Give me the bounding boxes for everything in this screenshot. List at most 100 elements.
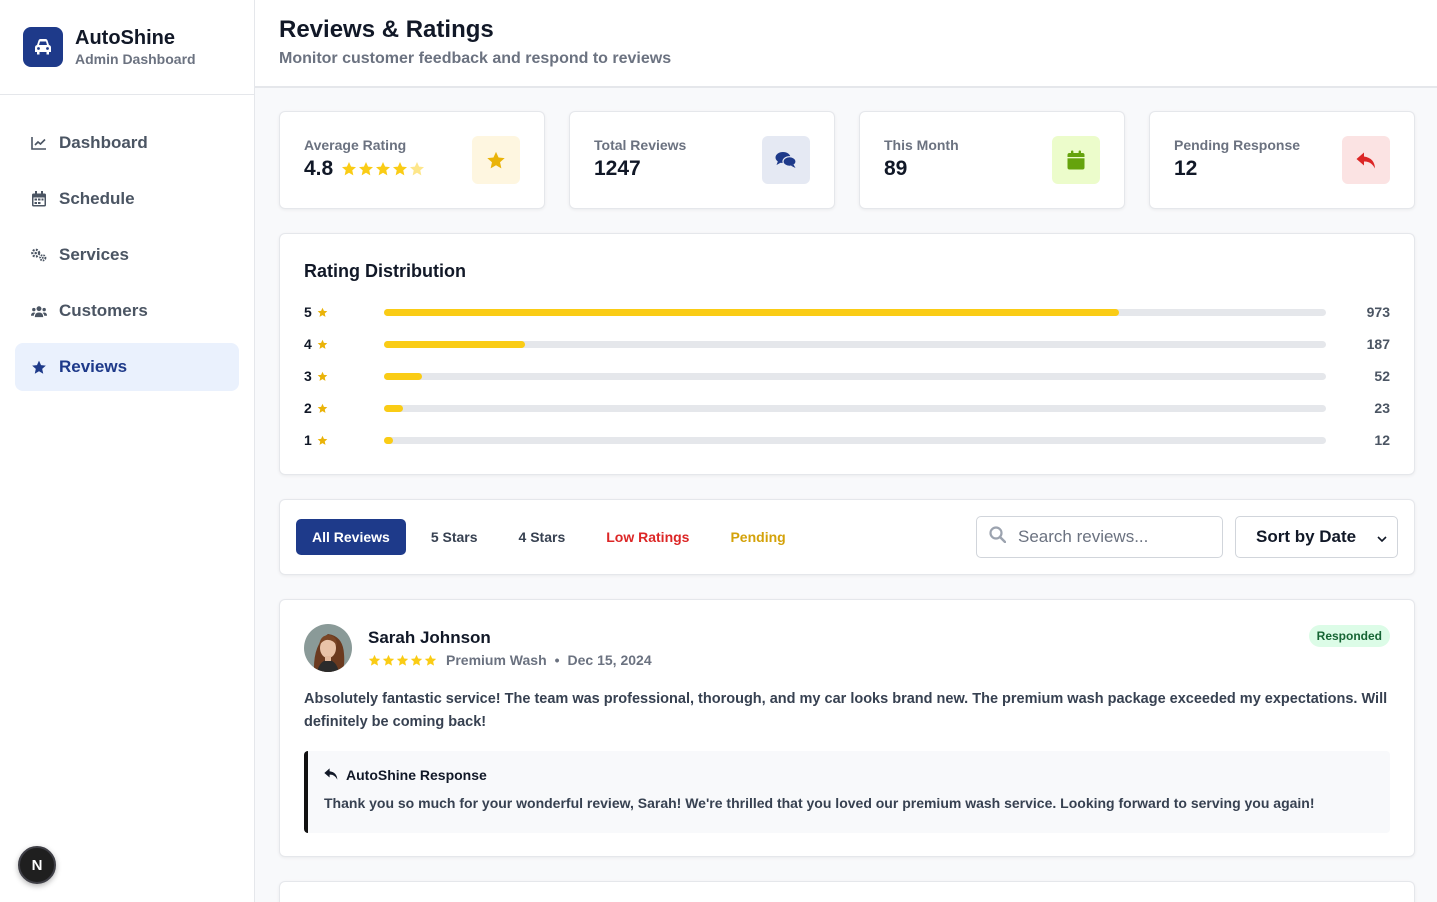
distribution-bar [384, 404, 403, 412]
reply-icon [1342, 136, 1390, 184]
star-count-label: 2 [304, 400, 312, 416]
star-icon [410, 162, 425, 176]
search-box[interactable] [976, 516, 1223, 558]
reviewer-name: Sarah Johnson [368, 628, 491, 647]
distribution-bar-track [384, 404, 1326, 412]
tab-pending[interactable]: Pending [714, 519, 801, 555]
sidebar-item-label: Reviews [59, 357, 128, 376]
filter-bar: All Reviews 5 Stars 4 Stars Low Ratings … [279, 499, 1415, 575]
chart-line-icon [31, 135, 47, 151]
star-icon [317, 307, 328, 317]
sort-select[interactable]: Sort by Date [1235, 516, 1398, 558]
review-date: Dec 15, 2024 [567, 652, 652, 668]
sidebar-item-dashboard[interactable]: Dashboard [15, 119, 239, 167]
star-icon [317, 435, 328, 445]
distribution-bar-track [384, 436, 1326, 444]
star-count-label: 3 [304, 368, 312, 384]
chevron-down-icon [1377, 527, 1387, 547]
star-count-label: 1 [304, 432, 312, 448]
distribution-bar [384, 308, 1119, 316]
tab-low-ratings[interactable]: Low Ratings [590, 519, 705, 555]
distribution-star-label: 4 [304, 336, 384, 352]
star-icon [382, 654, 395, 666]
distribution-bar-track [384, 372, 1326, 380]
section-title: Rating Distribution [304, 261, 466, 281]
star-icon [368, 654, 381, 666]
distribution-row: 5 973 [304, 296, 1390, 328]
star-icon [396, 654, 409, 666]
distribution-count: 12 [1374, 432, 1390, 448]
users-icon [31, 303, 47, 319]
response-text: Thank you so much for your wonderful rev… [324, 795, 1315, 811]
response-title: AutoShine Response [346, 767, 487, 783]
rating-stars [368, 654, 438, 667]
review-header: Sarah Johnson Premium Wash • Dec 15, 202… [304, 624, 1390, 672]
stat-card-average-rating: Average Rating 4.8 [279, 111, 545, 209]
review-meta: Premium Wash • Dec 15, 2024 [368, 652, 652, 668]
sidebar-item-label: Dashboard [59, 133, 148, 152]
sidebar-item-label: Customers [59, 301, 148, 320]
sidebar-item-services[interactable]: Services [15, 231, 239, 279]
tab-4-stars[interactable]: 4 Stars [503, 519, 582, 555]
distribution-count: 187 [1366, 336, 1390, 352]
distribution-rows: 5 973 4 187 3 52 2 23 1 12 [304, 296, 1390, 456]
star-icon [342, 162, 357, 176]
distribution-bar [384, 340, 526, 348]
brand: AutoShine Admin Dashboard [0, 0, 254, 95]
sidebar: AutoShine Admin Dashboard Dashboard Sche… [0, 0, 255, 902]
star-count-label: 5 [304, 304, 312, 320]
status-badge: Responded [1308, 625, 1390, 647]
distribution-star-label: 3 [304, 368, 384, 384]
star-icon [317, 339, 328, 349]
search-icon [989, 526, 1007, 548]
distribution-count: 52 [1374, 368, 1390, 384]
distribution-bar-track [384, 308, 1326, 316]
sidebar-nav: Dashboard Schedule Services Customers Re… [0, 95, 254, 391]
star-icon [359, 162, 374, 176]
gears-icon [31, 247, 47, 263]
distribution-bar [384, 372, 422, 380]
stat-card-pending-response: Pending Response 12 [1149, 111, 1415, 209]
tab-5-stars[interactable]: 5 Stars [415, 519, 494, 555]
star-icon [376, 162, 391, 176]
star-icon [410, 654, 423, 666]
avatar [304, 624, 352, 672]
dev-tools-badge[interactable]: N [18, 846, 56, 884]
star-icon [31, 359, 47, 375]
search-input[interactable] [1018, 527, 1208, 547]
review-service: Premium Wash [446, 652, 547, 668]
sidebar-item-label: Schedule [59, 189, 135, 208]
page-title: Reviews & Ratings [279, 16, 494, 43]
meta-separator: • [554, 652, 560, 668]
page-subtitle: Monitor customer feedback and respond to… [279, 50, 672, 67]
distribution-star-label: 1 [304, 432, 384, 448]
calendar-icon [1052, 136, 1100, 184]
star-icon [472, 136, 520, 184]
sidebar-item-schedule[interactable]: Schedule [15, 175, 239, 223]
star-icon [424, 654, 437, 666]
distribution-star-label: 2 [304, 400, 384, 416]
review-card: Sarah Johnson Premium Wash • Dec 15, 202… [279, 599, 1415, 857]
brand-subtitle: Admin Dashboard [75, 51, 196, 67]
page-header: Reviews & Ratings Monitor customer feedb… [255, 0, 1437, 88]
comments-icon [762, 136, 810, 184]
distribution-row: 2 23 [304, 392, 1390, 424]
sidebar-item-label: Services [59, 245, 129, 264]
rating-stars [341, 161, 426, 177]
distribution-row: 3 52 [304, 360, 1390, 392]
distribution-count: 23 [1374, 400, 1390, 416]
star-icon [393, 162, 408, 176]
star-icon [317, 403, 328, 413]
response-header: AutoShine Response [324, 767, 1374, 783]
review-text: Absolutely fantastic service! The team w… [304, 691, 1388, 730]
stat-card-total-reviews: Total Reviews 1247 [569, 111, 835, 209]
star-count-label: 4 [304, 336, 312, 352]
distribution-count: 973 [1366, 304, 1390, 320]
sidebar-item-customers[interactable]: Customers [15, 287, 239, 335]
stat-card-this-month: This Month 89 [859, 111, 1125, 209]
distribution-row: 4 187 [304, 328, 1390, 360]
sidebar-item-reviews[interactable]: Reviews [15, 343, 239, 391]
sort-select-value: Sort by Date [1256, 527, 1357, 546]
tab-all-reviews[interactable]: All Reviews [296, 519, 406, 555]
brand-name: AutoShine [75, 27, 175, 49]
